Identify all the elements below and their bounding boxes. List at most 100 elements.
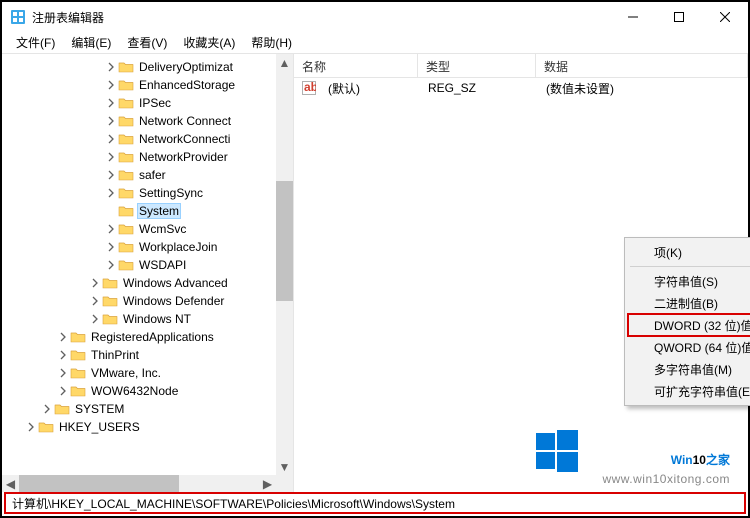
expand-icon[interactable] — [104, 132, 118, 146]
tree-item-label: Network Connect — [137, 114, 233, 128]
tree-item[interactable]: Windows Advanced — [2, 274, 293, 292]
tree-item-label: WcmSvc — [137, 222, 188, 236]
ctx-separator — [630, 266, 750, 267]
tree-item[interactable]: System — [2, 202, 293, 220]
expand-icon[interactable] — [104, 78, 118, 92]
tree-item[interactable]: EnhancedStorage — [2, 76, 293, 94]
tree-item[interactable]: WcmSvc — [2, 220, 293, 238]
list-header: 名称 类型 数据 — [294, 54, 748, 78]
expand-icon[interactable] — [104, 168, 118, 182]
maximize-button[interactable] — [656, 2, 702, 32]
ctx-new-dword[interactable]: DWORD (32 位)值(D) — [628, 314, 750, 336]
menu-file[interactable]: 文件(F) — [8, 32, 63, 53]
expand-icon[interactable] — [104, 150, 118, 164]
scroll-left-button[interactable]: ◀ — [2, 475, 19, 492]
menu-help[interactable]: 帮助(H) — [243, 32, 300, 53]
tree-item[interactable]: HKEY_USERS — [2, 418, 293, 436]
column-type[interactable]: 类型 — [418, 54, 536, 77]
ctx-new-multistring[interactable]: 多字符串值(M) — [628, 358, 750, 380]
menu-edit[interactable]: 编辑(E) — [63, 32, 119, 53]
scroll-up-button[interactable]: ▲ — [276, 54, 293, 71]
menu-favorites[interactable]: 收藏夹(A) — [175, 32, 243, 53]
window-title: 注册表编辑器 — [32, 9, 610, 26]
tree-item[interactable]: VMware, Inc. — [2, 364, 293, 382]
tree-item[interactable]: IPSec — [2, 94, 293, 112]
tree-item[interactable]: SettingSync — [2, 184, 293, 202]
tree-item[interactable]: SYSTEM — [2, 400, 293, 418]
tree-item-label: SettingSync — [137, 186, 205, 200]
tree-item[interactable]: Windows Defender — [2, 292, 293, 310]
cell-name: (默认) — [320, 80, 420, 97]
status-path: 计算机\HKEY_LOCAL_MACHINE\SOFTWARE\Policies… — [12, 495, 455, 512]
menu-view[interactable]: 查看(V) — [119, 32, 175, 53]
scroll-track[interactable] — [276, 71, 293, 458]
tree-item-label: System — [137, 203, 181, 219]
expand-icon[interactable] — [104, 60, 118, 74]
tree-item[interactable]: ThinPrint — [2, 346, 293, 364]
expand-icon[interactable] — [40, 402, 54, 416]
menubar: 文件(F) 编辑(E) 查看(V) 收藏夹(A) 帮助(H) — [2, 32, 748, 54]
expand-icon[interactable] — [88, 312, 102, 326]
expand-icon[interactable] — [56, 348, 70, 362]
app-icon — [10, 9, 26, 25]
expand-icon[interactable] — [56, 366, 70, 380]
ctx-new-binary[interactable]: 二进制值(B) — [628, 292, 750, 314]
tree-item-label: Windows Advanced — [121, 276, 230, 290]
expand-icon[interactable] — [104, 114, 118, 128]
expand-icon[interactable] — [56, 330, 70, 344]
tree-item[interactable]: WSDAPI — [2, 256, 293, 274]
expand-icon[interactable] — [56, 384, 70, 398]
registry-tree[interactable]: DeliveryOptimizatEnhancedStorage IPSec Net… — [2, 54, 293, 436]
ctx-new-key[interactable]: 项(K) — [628, 241, 750, 263]
tree-horizontal-scrollbar[interactable]: ◀ ▶ — [2, 475, 276, 492]
scroll-right-button[interactable]: ▶ — [259, 475, 276, 492]
svg-text:ab: ab — [304, 81, 316, 94]
tree-item-label: HKEY_USERS — [57, 420, 142, 434]
tree-item[interactable]: Network Connect — [2, 112, 293, 130]
minimize-button[interactable] — [610, 2, 656, 32]
tree-item[interactable]: safer — [2, 166, 293, 184]
tree-item-label: WorkplaceJoin — [137, 240, 219, 254]
tree-item-label: WSDAPI — [137, 258, 188, 272]
scroll-thumb[interactable] — [19, 475, 179, 492]
tree-item[interactable]: WOW6432Node — [2, 382, 293, 400]
cell-data: (数值未设置) — [538, 80, 622, 97]
string-value-icon: ab — [302, 81, 316, 95]
windows-logo-icon — [536, 430, 578, 472]
ctx-new-qword[interactable]: QWORD (64 位)值(Q) — [628, 336, 750, 358]
expand-icon[interactable] — [88, 276, 102, 290]
tree-item[interactable]: NetworkConnecti — [2, 130, 293, 148]
expand-icon[interactable] — [104, 96, 118, 110]
expand-icon[interactable] — [104, 186, 118, 200]
ctx-new-expandstring[interactable]: 可扩充字符串值(E) — [628, 380, 750, 402]
cell-type: REG_SZ — [420, 81, 538, 95]
expand-icon[interactable] — [104, 240, 118, 254]
tree-item[interactable]: Windows NT — [2, 310, 293, 328]
expand-icon[interactable] — [104, 222, 118, 236]
tree-item-label: RegisteredApplications — [89, 330, 216, 344]
tree-item-label: IPSec — [137, 96, 173, 110]
ctx-new-string[interactable]: 字符串值(S) — [628, 270, 750, 292]
tree-item[interactable]: NetworkProvider — [2, 148, 293, 166]
tree-vertical-scrollbar[interactable]: ▲ ▼ — [276, 54, 293, 475]
expand-icon[interactable] — [104, 258, 118, 272]
tree-item[interactable]: DeliveryOptimizat — [2, 58, 293, 76]
tree-item-label: WOW6432Node — [89, 384, 180, 398]
tree-item-label: NetworkProvider — [137, 150, 230, 164]
scroll-thumb[interactable] — [276, 181, 293, 301]
tree-item-label: SYSTEM — [73, 402, 126, 416]
tree-item[interactable]: WorkplaceJoin — [2, 238, 293, 256]
list-row[interactable]: ab (默认) REG_SZ (数值未设置) — [294, 78, 748, 98]
column-data[interactable]: 数据 — [536, 54, 748, 77]
close-button[interactable] — [702, 2, 748, 32]
scroll-down-button[interactable]: ▼ — [276, 458, 293, 475]
column-name[interactable]: 名称 — [294, 54, 418, 77]
expand-icon[interactable] — [88, 294, 102, 308]
scroll-corner — [276, 475, 293, 492]
tree-item-label: Windows Defender — [121, 294, 226, 308]
tree-item[interactable]: RegisteredApplications — [2, 328, 293, 346]
expand-icon[interactable] — [24, 420, 38, 434]
scroll-track[interactable] — [19, 475, 259, 492]
tree-item-label: VMware, Inc. — [89, 366, 163, 380]
content-area: DeliveryOptimizatEnhancedStorage IPSec Net… — [2, 54, 748, 492]
